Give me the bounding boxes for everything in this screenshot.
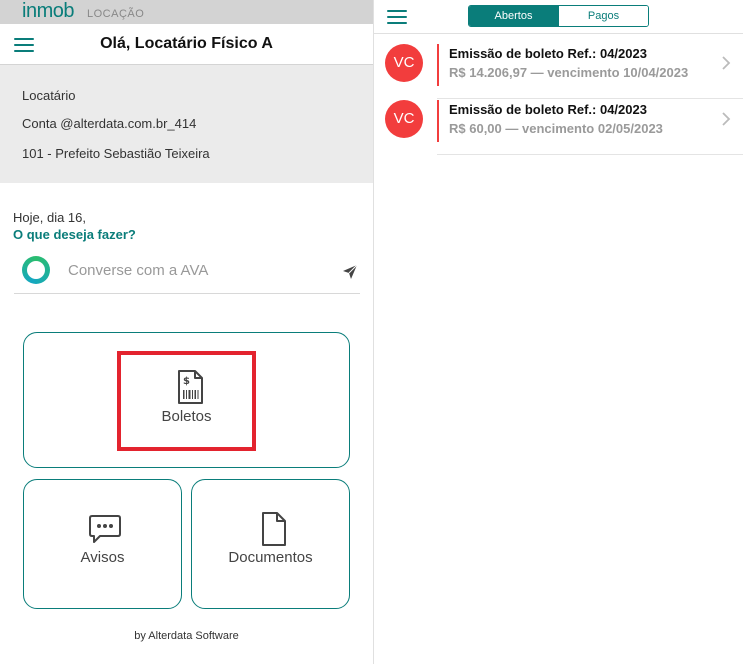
app-bar: Olá, Locatário Físico A [0,24,373,65]
ava-chat-input[interactable] [68,262,328,279]
bill-title: Emissão de boleto Ref.: 04/2023 [449,46,647,61]
avisos-button[interactable]: Avisos [23,479,182,609]
account-info: Locatário Conta @alterdata.com.br_414 10… [0,65,373,183]
status-stripe [437,44,439,86]
chat-bubble-icon [89,515,121,543]
list-item[interactable]: VC Emissão de boleto Ref.: 04/2023 R$ 14… [374,35,743,99]
bill-title: Emissão de boleto Ref.: 04/2023 [449,102,647,117]
account-address: 101 - Prefeito Sebastião Teixeira [22,146,210,161]
list-item[interactable]: VC Emissão de boleto Ref.: 04/2023 R$ 60… [374,91,743,155]
send-icon[interactable] [342,264,358,280]
highlight-box [117,351,256,451]
avisos-label: Avisos [80,549,125,566]
menu-icon[interactable] [387,10,407,24]
brand-product: LOCAÇÃO [87,8,145,20]
tab-pagos[interactable]: Pagos [558,6,648,26]
chevron-right-icon [722,112,731,126]
documentos-button[interactable]: Documentos [191,479,350,609]
today-label: Hoje, dia 16, [13,210,86,225]
home-panel: inmob LOCAÇÃO Olá, Locatário Físico A Lo… [0,0,373,664]
row-separator [437,154,743,155]
ava-logo-icon [22,256,50,284]
status-tabs: Abertos Pagos [468,5,649,27]
tab-abertos[interactable]: Abertos [469,6,558,26]
chevron-right-icon [722,56,731,70]
account-role: Locatário [22,88,76,103]
boletos-header: Abertos Pagos [374,0,743,34]
brand-logo: inmob [22,0,74,22]
page-title: Olá, Locatário Físico A [100,35,273,52]
account-id: Conta @alterdata.com.br_414 [22,116,197,131]
question-label: O que deseja fazer? [13,227,136,242]
brand-bar: inmob LOCAÇÃO [0,0,373,24]
status-stripe [437,100,439,142]
avatar: VC [385,44,423,82]
footer-credit: by Alterdata Software [134,630,239,642]
ava-chat-bar [14,252,360,294]
document-icon [262,512,286,546]
avatar: VC [385,100,423,138]
documentos-label: Documentos [228,549,313,566]
boletos-panel: Abertos Pagos VC Emissão de boleto Ref.:… [374,0,743,664]
bill-detail: R$ 60,00 — vencimento 02/05/2023 [449,121,663,136]
bill-detail: R$ 14.206,97 — vencimento 10/04/2023 [449,65,689,80]
